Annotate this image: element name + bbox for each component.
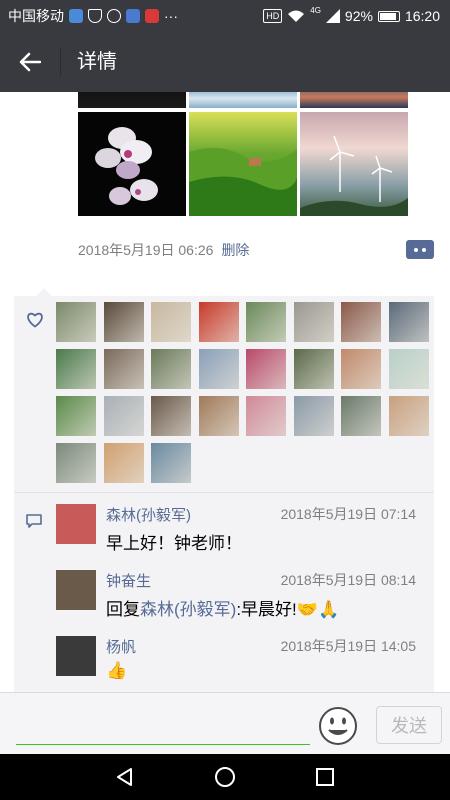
shield-icon [88, 9, 102, 23]
nav-back-button[interactable] [110, 762, 140, 792]
avatar[interactable] [56, 302, 96, 342]
reply-prefix: 回复 [106, 600, 140, 619]
likes-comments-panel: 森林(孙毅军) 2018年5月19日 07:14 早上好！钟老师！ 钟奋生 20… [14, 288, 434, 692]
delete-link[interactable]: 删除 [221, 240, 249, 260]
app-notification-icon [69, 9, 83, 23]
smiley-face-icon[interactable] [318, 706, 358, 746]
avatar[interactable] [198, 396, 239, 436]
avatar[interactable] [293, 302, 334, 342]
carrier-name: 中国移动 [8, 8, 64, 24]
comment-item[interactable]: 杨帆 2018年5月19日 14:05 👍 [56, 636, 416, 686]
avatar[interactable] [103, 443, 144, 483]
avatar[interactable] [246, 302, 286, 342]
system-nav-bar [0, 754, 450, 800]
white-orchid-photo[interactable] [78, 112, 186, 216]
post-meta: 2018年5月19日 06:26 删除 [78, 240, 249, 260]
comment-item[interactable]: 钟奋生 2018年5月19日 08:14 回复森林(孙毅军):早晨好!🤝🙏 [56, 570, 416, 620]
avatar[interactable] [341, 349, 381, 389]
avatar[interactable] [151, 396, 191, 436]
avatar[interactable] [341, 302, 381, 342]
avatar[interactable] [56, 570, 96, 610]
dark-photo[interactable] [78, 92, 186, 108]
avatar[interactable] [388, 349, 429, 389]
header-divider [60, 48, 61, 76]
nav-recent-square-icon [316, 768, 334, 786]
comment-input[interactable] [16, 703, 310, 745]
reply-target[interactable]: 森林(孙毅军) [140, 600, 236, 619]
green-hills-photo[interactable] [189, 112, 297, 216]
status-bar: 中国移动 ··· HD 4G 92% 16:20 [0, 0, 450, 32]
hd-badge: HD [263, 9, 283, 23]
post-date: 2018年5月19日 06:26 [78, 242, 214, 258]
avatar[interactable] [388, 396, 429, 436]
comment-author[interactable]: 钟奋生 [106, 570, 151, 591]
avatar[interactable] [198, 302, 239, 342]
comment-text: 早上好！钟老师！ [106, 534, 242, 553]
more-notifications: ··· [164, 8, 178, 24]
avatar[interactable] [293, 349, 334, 389]
comment-author[interactable]: 杨帆 [106, 636, 136, 657]
avatar[interactable] [151, 349, 191, 389]
avatar[interactable] [198, 349, 239, 389]
reply-text: :早晨好! [236, 600, 297, 619]
sky-water-photo[interactable] [189, 92, 297, 108]
comment-text: 回复森林(孙毅军):早晨好!🤝🙏 [106, 595, 339, 620]
send-button[interactable]: 发送 [376, 706, 442, 744]
comment-time: 2018年5月19日 14:05 [280, 638, 416, 654]
avatar[interactable] [103, 302, 144, 342]
avatar[interactable] [151, 302, 191, 342]
avatar[interactable] [103, 396, 144, 436]
avatar[interactable] [246, 396, 286, 436]
panel-divider [14, 492, 434, 493]
thumbs-up-emoji: 👍 [106, 661, 128, 680]
video-app-icon [145, 9, 159, 23]
avatar[interactable] [341, 396, 381, 436]
signal-icon [325, 9, 340, 23]
post-detail: 2018年5月19日 06:26 删除 森林(孙毅军) 2018年5月19日 0… [0, 92, 450, 692]
battery-icon [377, 10, 400, 22]
avatar[interactable] [56, 349, 96, 389]
nav-home-circle-icon [215, 767, 235, 787]
wifi-icon [288, 10, 305, 22]
avatar[interactable] [56, 443, 96, 483]
app-notification-icon [126, 9, 140, 23]
likes-section [14, 296, 434, 492]
top-bar: 详情 [0, 32, 450, 92]
comment-author[interactable]: 森林(孙毅军) [106, 504, 191, 525]
page-title: 详情 [77, 51, 117, 73]
avatar[interactable] [56, 504, 96, 544]
comment-time: 2018年5月19日 08:14 [280, 572, 416, 588]
handshake-pray-emoji: 🤝🙏 [296, 600, 340, 619]
more-dots-icon[interactable] [406, 240, 434, 259]
nav-recent-button[interactable] [310, 762, 340, 792]
back-button[interactable] [12, 44, 48, 80]
avatar[interactable] [246, 349, 286, 389]
avatar[interactable] [56, 396, 96, 436]
heart-outline-icon [27, 312, 43, 328]
wind-turbines-photo[interactable] [300, 112, 408, 216]
comment-time: 2018年5月19日 07:14 [280, 506, 416, 522]
clock: 16:20 [404, 8, 440, 24]
app-circle-icon [107, 9, 121, 23]
avatar[interactable] [293, 396, 334, 436]
avatar[interactable] [151, 443, 191, 483]
nav-back-triangle-icon [117, 768, 132, 786]
lake-sunset-photo[interactable] [300, 92, 408, 108]
avatar[interactable] [56, 636, 96, 676]
comment-icon [26, 514, 42, 528]
nav-home-button[interactable] [210, 762, 240, 792]
arrow-left-icon [19, 52, 41, 72]
battery-percent: 92% [344, 8, 373, 24]
comment-item[interactable]: 森林(孙毅军) 2018年5月19日 07:14 早上好！钟老师！ [56, 504, 416, 554]
avatar[interactable] [103, 349, 144, 389]
network-type: 4G [310, 6, 321, 15]
panel-notch [36, 288, 52, 296]
avatar[interactable] [388, 302, 429, 342]
comment-input-bar: 发送 [0, 692, 450, 754]
